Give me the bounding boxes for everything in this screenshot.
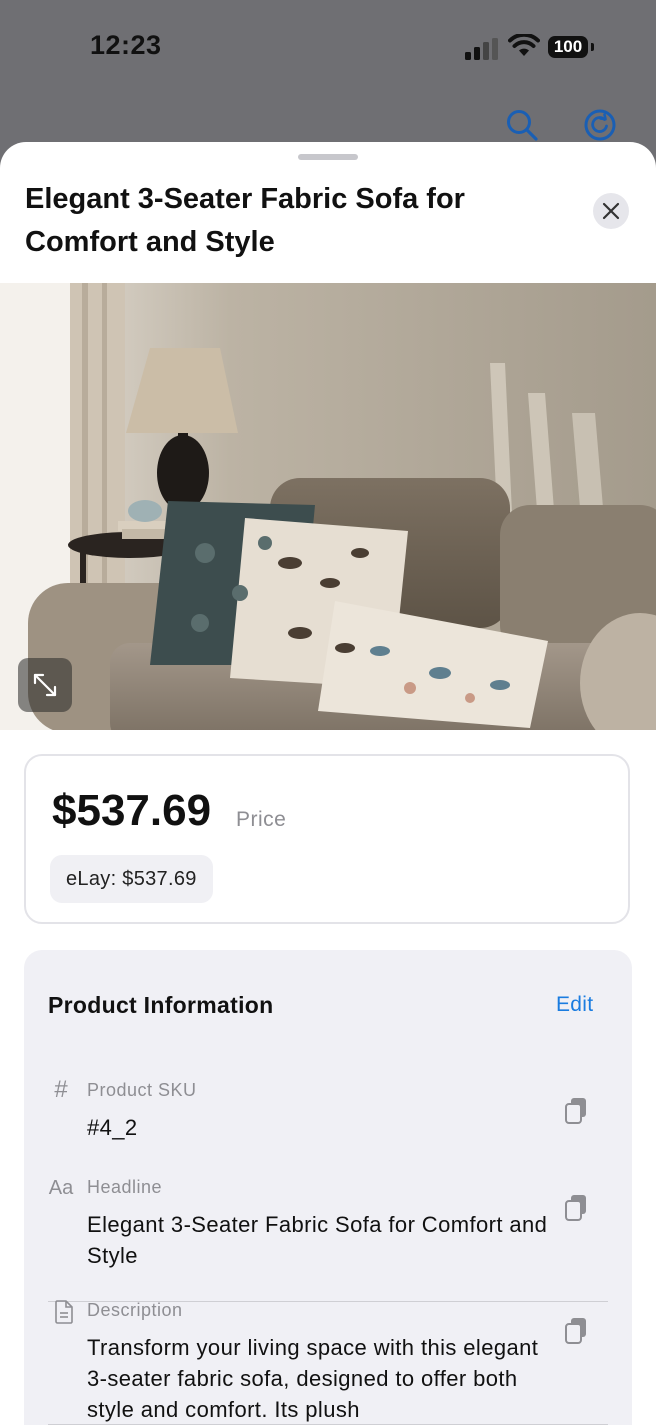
price-amount: $537.69: [52, 786, 212, 835]
sheet-grabber[interactable]: [298, 154, 358, 160]
product-detail-sheet: Elegant 3-Seater Fabric Sofa for Comfort…: [0, 142, 656, 1425]
description-label: Description: [87, 1300, 183, 1320]
expand-image-button[interactable]: [18, 658, 72, 712]
close-icon: [602, 202, 620, 220]
sku-value: #4_2: [87, 1115, 138, 1140]
copy-icon[interactable]: [564, 1193, 590, 1223]
info-row-description: Description Transform your living space …: [48, 1300, 608, 1425]
search-icon[interactable]: [505, 108, 539, 142]
copy-icon[interactable]: [564, 1316, 590, 1346]
price-card: $537.69 Price eLay: $537.69: [24, 754, 630, 924]
cellular-signal-icon: [465, 38, 498, 60]
product-information-title: Product Information: [48, 992, 274, 1018]
sku-label: Product SKU: [87, 1080, 197, 1100]
copy-icon[interactable]: [564, 1096, 590, 1126]
marketplace-price-chip[interactable]: eLay: $537.69: [50, 855, 213, 903]
battery-indicator: 100: [548, 36, 588, 58]
document-icon: [55, 1300, 73, 1324]
info-row-sku: # Product SKU #4_2: [48, 1076, 608, 1150]
description-value: Transform your living space with this el…: [87, 1335, 539, 1422]
price-label: Price: [236, 808, 287, 831]
info-row-headline: Aa Headline Elegant 3-Seater Fabric Sofa…: [48, 1177, 608, 1272]
close-button[interactable]: [593, 193, 629, 229]
refresh-icon[interactable]: [583, 108, 617, 142]
battery-tip: [591, 43, 594, 51]
status-bar: 12:23 100: [0, 0, 656, 96]
headline-label: Headline: [87, 1177, 163, 1197]
edit-button[interactable]: Edit: [556, 993, 593, 1017]
sheet-title: Elegant 3-Seater Fabric Sofa for Comfort…: [25, 183, 465, 258]
expand-icon: [33, 673, 57, 697]
product-information-card: Product Information Edit # Product SKU #…: [24, 950, 632, 1425]
hash-icon: #: [54, 1076, 68, 1103]
status-time: 12:23: [90, 30, 162, 60]
product-image[interactable]: [0, 283, 656, 730]
headline-value: Elegant 3-Seater Fabric Sofa for Comfort…: [87, 1212, 548, 1268]
wifi-icon: [508, 34, 540, 56]
text-format-icon: Aa: [48, 1177, 74, 1199]
